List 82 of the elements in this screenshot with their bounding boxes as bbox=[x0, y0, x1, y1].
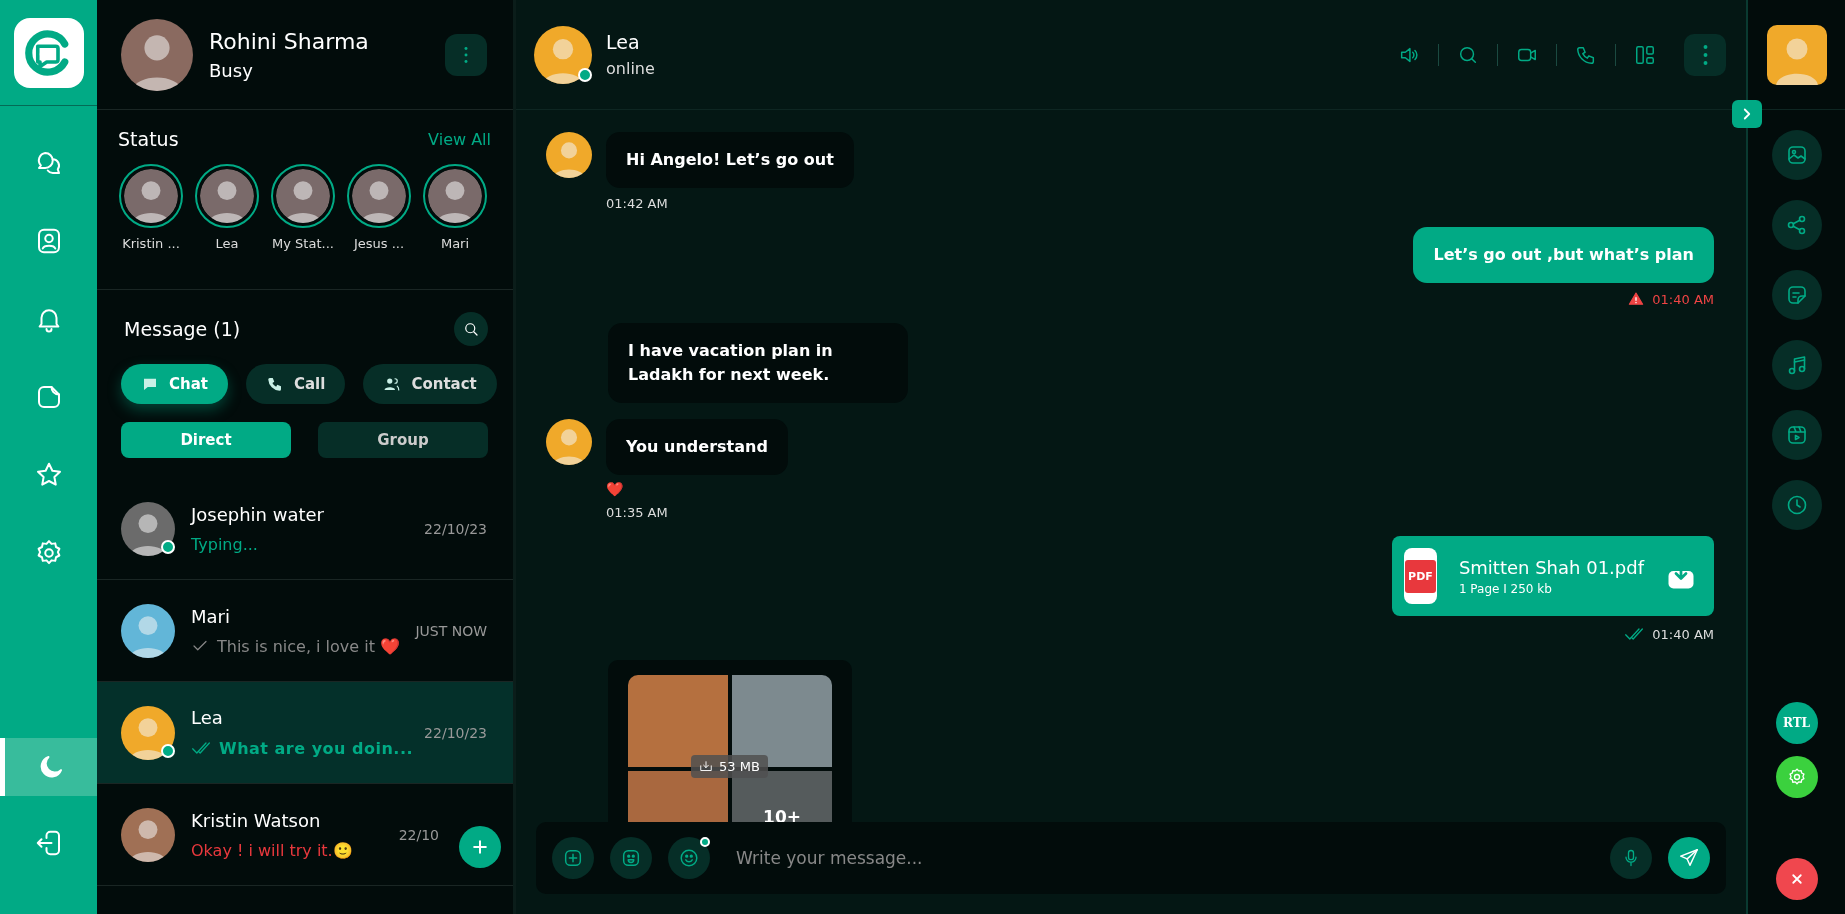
send-icon bbox=[1678, 847, 1700, 869]
attach-button[interactable] bbox=[552, 837, 594, 879]
message-preview: This is nice, i love it ❤ bbox=[217, 636, 400, 656]
chat-time: 22/10/23 bbox=[424, 724, 487, 741]
download-icon bbox=[699, 759, 713, 774]
status-name: Kristin ... bbox=[122, 236, 180, 251]
expand-button[interactable] bbox=[1732, 100, 1762, 128]
sticker-button[interactable] bbox=[610, 837, 652, 879]
status-name: Jesus ... bbox=[353, 236, 405, 251]
avatar bbox=[121, 705, 175, 760]
avatar bbox=[121, 603, 175, 658]
chat-time: JUST NOW bbox=[415, 622, 487, 639]
warning-icon bbox=[1628, 291, 1645, 307]
file-name: Smitten Shah 01.pdf bbox=[1458, 556, 1644, 578]
message-time: 01:42 AM bbox=[606, 196, 668, 211]
file-meta: 1 Page I 250 kb bbox=[1458, 581, 1553, 596]
message-preview: What are you doin... bbox=[219, 738, 414, 758]
chat-time: 22/10/23 bbox=[424, 520, 487, 537]
send-button[interactable] bbox=[1668, 837, 1710, 879]
layout-icon bbox=[1634, 43, 1656, 66]
message-bubble: You understand bbox=[606, 419, 788, 475]
user-status: Busy bbox=[209, 59, 254, 81]
message-preview: Typing... bbox=[191, 534, 258, 554]
contact-name: Josephin water bbox=[191, 503, 326, 525]
contact-status: online bbox=[606, 59, 656, 78]
message-bubble: Hi Angelo! Let’s go out bbox=[606, 132, 854, 188]
download-size[interactable]: 53 MB bbox=[691, 755, 768, 778]
video-button[interactable] bbox=[1771, 410, 1822, 460]
avatar bbox=[121, 501, 175, 556]
kebab-icon bbox=[1702, 44, 1708, 65]
avatar bbox=[121, 807, 175, 862]
contact-tab[interactable]: Contact bbox=[363, 364, 497, 404]
smiley-icon bbox=[678, 847, 700, 869]
status-avatar[interactable] bbox=[195, 164, 259, 228]
emoji-button[interactable] bbox=[668, 837, 710, 879]
history-button[interactable] bbox=[1771, 480, 1822, 530]
message-preview: Okay ! i will try it.🙂 bbox=[191, 840, 353, 860]
microphone-button[interactable] bbox=[1610, 837, 1652, 879]
section-title: Message (1) bbox=[124, 318, 241, 340]
kebab-icon bbox=[464, 46, 468, 63]
message-bubble: I have vacation plan in Ladakh for next week. bbox=[608, 323, 908, 403]
status-name: Lea bbox=[215, 236, 239, 251]
notes-button[interactable] bbox=[1771, 270, 1822, 320]
file-attachment[interactable]: PDF Smitten Shah 01.pdf 1 Page I 250 kb bbox=[1392, 536, 1714, 616]
chat-list-item[interactable]: Josephin water Typing... 22/10/23 bbox=[97, 478, 513, 580]
search-icon bbox=[462, 320, 480, 338]
plus-icon bbox=[470, 837, 490, 857]
share-button[interactable] bbox=[1771, 200, 1822, 250]
user-name: Rohini Sharma bbox=[209, 28, 370, 54]
contact-name: Lea bbox=[191, 707, 224, 728]
music-button[interactable] bbox=[1771, 340, 1822, 390]
chat-time: 22/10 bbox=[398, 826, 439, 843]
sticker-icon bbox=[620, 847, 642, 869]
settings-icon bbox=[1786, 767, 1807, 787]
new-chat-button[interactable] bbox=[459, 826, 501, 868]
message-time: 01:35 AM bbox=[606, 505, 668, 520]
message-bubble: Let’s go out ,but what’s plan bbox=[1413, 227, 1714, 283]
contact-name: Kristin Watson bbox=[191, 809, 322, 831]
section-title: Status bbox=[118, 128, 179, 150]
pdf-file-icon: PDF bbox=[1404, 548, 1437, 604]
settings-button[interactable] bbox=[1775, 756, 1818, 798]
search-button[interactable] bbox=[454, 312, 488, 346]
call-tab[interactable]: Call bbox=[246, 364, 346, 404]
status-name: Mari bbox=[440, 236, 470, 251]
contact-avatar bbox=[1766, 24, 1827, 85]
message-time: 01:40 AM bbox=[1652, 291, 1714, 307]
close-button[interactable] bbox=[1775, 858, 1818, 900]
filter-tab[interactable]: Group bbox=[318, 422, 488, 458]
contact-name: Mari bbox=[191, 605, 231, 627]
status-name: My Stat... bbox=[272, 236, 334, 251]
avatar bbox=[534, 25, 592, 84]
plus-square-icon bbox=[562, 847, 584, 869]
contact-name: Lea bbox=[606, 31, 641, 53]
app-logo[interactable] bbox=[13, 17, 84, 88]
media-button[interactable] bbox=[1771, 130, 1822, 180]
message-time: 01:40 AM bbox=[1652, 626, 1714, 642]
contact-icon bbox=[383, 375, 402, 393]
call-icon bbox=[266, 375, 284, 393]
notification-dot bbox=[700, 837, 710, 847]
chat-list-item[interactable]: Lea What are you doin... 22/10/23 bbox=[97, 682, 513, 784]
reaction: ❤ bbox=[606, 481, 624, 497]
view-all-link[interactable]: View All bbox=[428, 129, 491, 149]
